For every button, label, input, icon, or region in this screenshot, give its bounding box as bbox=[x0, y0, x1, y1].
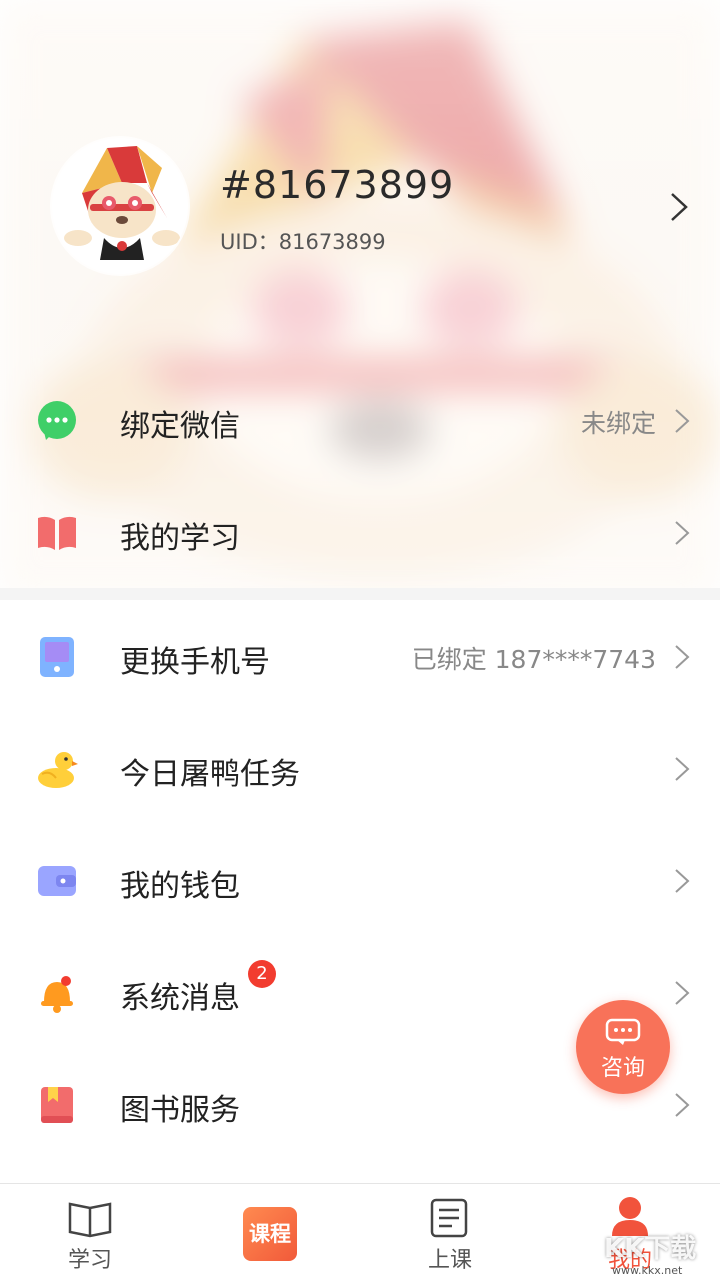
menu-item-label: 图书服务 bbox=[120, 1093, 240, 1128]
chevron-right-icon bbox=[675, 869, 690, 893]
open-book-icon bbox=[68, 1202, 112, 1238]
tab-study[interactable]: 学习 bbox=[0, 1184, 180, 1281]
menu-item-label: 绑定微信 bbox=[120, 409, 240, 444]
menu-item-duck-task[interactable]: 今日屠鸭任务 bbox=[0, 713, 720, 825]
menu-item-label: 我的学习 bbox=[120, 521, 240, 556]
menu-item-value: 已绑定 187****7743 bbox=[411, 645, 656, 674]
section-divider bbox=[0, 588, 720, 600]
duck-icon bbox=[38, 752, 78, 788]
consult-button[interactable]: 咨询 bbox=[576, 1000, 670, 1094]
profile-card[interactable]: #81673899 UID：81673899 bbox=[0, 130, 720, 280]
chevron-right-icon bbox=[675, 645, 690, 669]
tab-class[interactable]: 上课 bbox=[360, 1184, 540, 1281]
menu-item-label: 系统消息 bbox=[120, 981, 240, 1016]
mascot-avatar-icon bbox=[52, 138, 188, 274]
wechat-icon bbox=[38, 401, 76, 440]
chevron-right-icon bbox=[675, 981, 690, 1005]
avatar[interactable] bbox=[52, 138, 188, 274]
consult-label: 咨询 bbox=[600, 1056, 645, 1081]
profile-uid: UID：81673899 bbox=[220, 230, 386, 254]
tab-course[interactable]: 课程 bbox=[180, 1184, 360, 1281]
chevron-right-icon[interactable] bbox=[668, 192, 690, 222]
wallet-icon bbox=[38, 866, 76, 896]
menu-item-label: 我的钱包 bbox=[120, 869, 240, 904]
menu-item-my-study[interactable]: 我的学习 bbox=[0, 477, 720, 589]
menu-item-value: 未绑定 bbox=[580, 409, 656, 438]
chevron-right-icon bbox=[675, 1093, 690, 1117]
tab-label: 上课 bbox=[427, 1248, 472, 1273]
watermark-url: www.kkx.net bbox=[612, 1264, 683, 1277]
chat-bubble-icon bbox=[605, 1018, 641, 1045]
course-icon: 课程 bbox=[243, 1207, 297, 1261]
menu-item-label: 今日屠鸭任务 bbox=[120, 757, 300, 792]
chevron-right-icon bbox=[675, 521, 690, 545]
watermark-brand: KK下载 bbox=[604, 1234, 697, 1264]
chevron-right-icon bbox=[675, 757, 690, 781]
course-icon-text: 课程 bbox=[249, 1222, 291, 1246]
menu-item-wallet[interactable]: 我的钱包 bbox=[0, 825, 720, 937]
chevron-right-icon bbox=[675, 409, 690, 433]
bell-icon bbox=[41, 976, 73, 1013]
bookmark-book-icon bbox=[41, 1087, 73, 1123]
tab-label: 学习 bbox=[67, 1248, 112, 1273]
book-icon bbox=[38, 516, 76, 550]
menu-item-change-phone[interactable]: 更换手机号 已绑定 187****7743 bbox=[0, 601, 720, 713]
menu-item-bind-wechat[interactable]: 绑定微信 未绑定 bbox=[0, 365, 720, 477]
menu-item-label: 更换手机号 bbox=[120, 645, 270, 680]
profile-name: #81673899 bbox=[220, 163, 455, 207]
unread-badge: 2 bbox=[248, 960, 276, 988]
phone-icon bbox=[40, 637, 74, 677]
document-icon bbox=[430, 1198, 468, 1238]
